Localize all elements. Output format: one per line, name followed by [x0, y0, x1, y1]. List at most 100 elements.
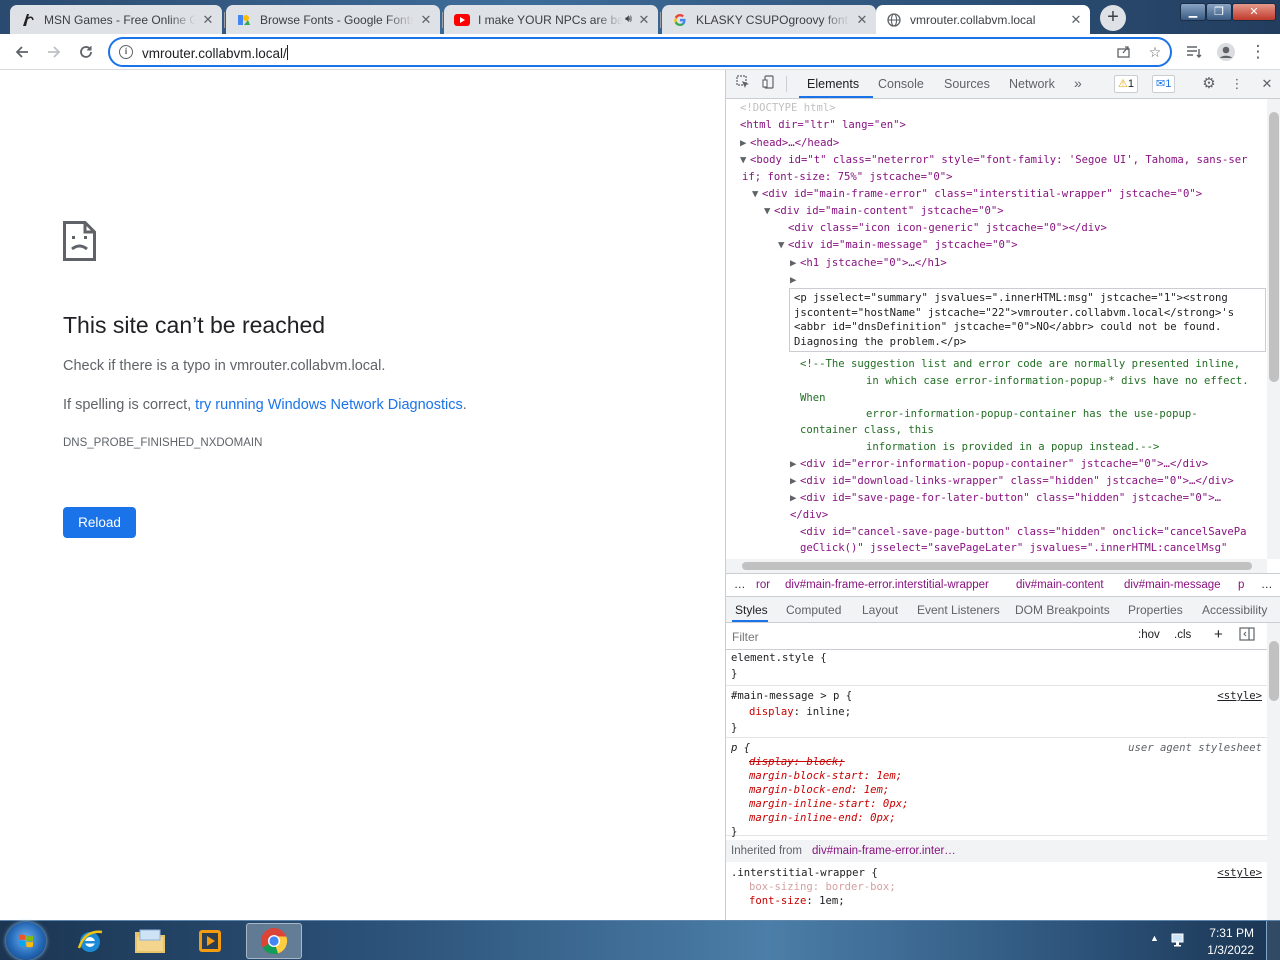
dom-line-expander[interactable]: ▶	[790, 272, 800, 289]
internet-explorer-icon[interactable]	[62, 923, 118, 959]
file-explorer-icon[interactable]	[122, 923, 178, 959]
reload-button[interactable]: Reload	[63, 507, 136, 538]
close-tab-icon[interactable]: ✕	[636, 12, 652, 28]
close-tab-icon[interactable]: ✕	[854, 12, 870, 28]
element-style-rule[interactable]: element.style { }	[726, 650, 1267, 686]
dom-line[interactable]: ▶ <div id="download-links-wrapper" class=…	[790, 473, 1234, 490]
profile-avatar-icon[interactable]	[1214, 40, 1238, 64]
dom-comment[interactable]: <!--The suggestion list and error code a…	[800, 356, 1240, 373]
minimize-button[interactable]: ▁	[1180, 3, 1206, 21]
dom-line[interactable]: <div class="icon icon-generic" jstcache=…	[788, 220, 1107, 237]
show-desktop-button[interactable]	[1266, 921, 1280, 960]
breadcrumb-item[interactable]: ror	[756, 579, 770, 591]
clock-date[interactable]: 1/3/2022	[1207, 943, 1254, 957]
new-rule-plus-icon[interactable]: +	[1214, 626, 1223, 643]
inherited-node-link[interactable]: div#main-frame-error.inter…	[812, 844, 956, 858]
network-diagnostics-link[interactable]: try running Windows Network Diagnostics	[195, 397, 463, 413]
tab-console[interactable]: Console	[878, 77, 924, 91]
settings-gear-icon[interactable]: ⚙	[1200, 75, 1218, 93]
dom-line[interactable]: ▼ <div id="main-message" jstcache="0">	[778, 237, 1018, 254]
start-button[interactable]	[6, 922, 46, 960]
cls-toggle[interactable]: .cls	[1174, 629, 1191, 641]
breadcrumb-item[interactable]: div#main-message	[1124, 579, 1221, 591]
dom-comment[interactable]: When	[800, 390, 826, 407]
inspect-element-icon[interactable]	[734, 75, 752, 93]
tab-dom-breakpoints[interactable]: DOM Breakpoints	[1015, 603, 1110, 617]
dom-comment[interactable]: information is provided in a popup inste…	[866, 439, 1159, 456]
style-rule[interactable]: #main-message > p { <style> display: inl…	[726, 686, 1267, 738]
computed-sidebar-toggle-icon[interactable]	[1239, 627, 1255, 644]
tab-elements[interactable]: Elements	[807, 77, 859, 91]
devtools-menu-icon[interactable]: ⋮	[1228, 75, 1246, 93]
more-tabs-chevron-icon[interactable]: »	[1074, 75, 1082, 91]
tab-vmrouter[interactable]: vmrouter.collabvm.local ✕	[876, 5, 1090, 34]
site-info-icon[interactable]: i	[119, 45, 133, 59]
selected-dom-node[interactable]: <p jsselect="summary" jsvalues=".innerHT…	[790, 289, 1265, 351]
breadcrumb-item[interactable]: …	[734, 579, 746, 591]
styles-pane[interactable]: element.style { } #main-message > p { <s…	[726, 650, 1267, 920]
dom-line[interactable]: ▶ <head>…</head>	[740, 135, 839, 152]
bookmark-star-icon[interactable]: ☆	[1146, 44, 1164, 62]
tab-styles[interactable]: Styles	[735, 603, 768, 617]
device-toolbar-icon[interactable]	[760, 75, 778, 93]
tab-msn-games[interactable]: MSN Games - Free Online Games ✕	[10, 5, 222, 34]
reading-list-icon[interactable]	[1182, 40, 1206, 64]
warnings-badge[interactable]: ⚠1	[1114, 75, 1138, 93]
user-agent-style-rule[interactable]: p { user agent stylesheet display: block…	[726, 738, 1267, 838]
tab-event-listeners[interactable]: Event Listeners	[917, 603, 1000, 617]
dom-line[interactable]: <div id="cancel-save-page-button" class=…	[800, 524, 1246, 541]
tab-properties[interactable]: Properties	[1128, 603, 1183, 617]
url-text[interactable]: vmrouter.collabvm.local/	[142, 45, 288, 61]
close-tab-icon[interactable]: ✕	[200, 12, 216, 28]
styles-scrollbar[interactable]	[1267, 623, 1280, 920]
back-arrow-icon[interactable]	[10, 40, 34, 64]
share-icon[interactable]	[1114, 44, 1132, 62]
window-close-button[interactable]: ✕	[1232, 3, 1276, 21]
new-tab-button[interactable]: +	[1100, 5, 1126, 31]
forward-arrow-icon[interactable]	[42, 40, 66, 64]
tab-layout[interactable]: Layout	[862, 603, 898, 617]
dom-comment[interactable]: error-information-popup-container has th…	[866, 406, 1198, 423]
breadcrumb-item[interactable]: p	[1238, 579, 1244, 591]
reload-icon[interactable]	[74, 40, 98, 64]
dom-scrollbar[interactable]	[1267, 99, 1280, 559]
messages-badge[interactable]: ✉1	[1152, 75, 1176, 93]
dom-line[interactable]: ▼ <body id="t" class="neterror" style="fo…	[740, 152, 1247, 169]
tab-network[interactable]: Network	[1009, 77, 1055, 91]
dom-line[interactable]: geClick()" jsselect="savePageLater" jsva…	[800, 540, 1227, 557]
hov-toggle[interactable]: :hov	[1138, 629, 1160, 641]
close-tab-icon[interactable]: ✕	[418, 12, 434, 28]
dom-horizontal-scrollbar[interactable]	[726, 559, 1267, 573]
network-icon[interactable]	[1170, 931, 1188, 952]
tab-sources[interactable]: Sources	[944, 77, 990, 91]
menu-kebab-icon[interactable]: ⋮	[1246, 40, 1270, 64]
show-hidden-icons-chevron-icon[interactable]: ▲	[1150, 933, 1159, 943]
dom-tree[interactable]: <!DOCTYPE html> <html dir="ltr" lang="en…	[726, 99, 1267, 559]
dom-line[interactable]: ▼ <div id="main-content" jstcache="0">	[764, 203, 1004, 220]
dom-comment[interactable]: container class, this	[800, 422, 934, 439]
close-tab-icon[interactable]: ✕	[1068, 12, 1084, 28]
media-player-icon[interactable]	[182, 923, 238, 959]
style-source-link[interactable]: <style>	[1217, 866, 1262, 880]
maximize-button[interactable]: ❐	[1206, 3, 1232, 21]
styles-filter-input[interactable]	[732, 628, 1112, 646]
tab-google-fonts[interactable]: Browse Fonts - Google Fonts ✕	[226, 5, 440, 34]
dom-line[interactable]: ▶ <h1 jstcache="0">…</h1>	[790, 255, 947, 272]
breadcrumb-item[interactable]: div#main-frame-error.interstitial-wrappe…	[785, 579, 989, 591]
breadcrumb-item[interactable]: div#main-content	[1016, 579, 1104, 591]
dom-line[interactable]: <!DOCTYPE html>	[740, 100, 836, 117]
style-rule[interactable]: .interstitial-wrapper { <style> box-sizi…	[726, 862, 1267, 920]
tab-google-search[interactable]: KLASKY CSUPOgroovy font - Google Search …	[662, 5, 876, 34]
breadcrumb-item[interactable]: …	[1261, 579, 1273, 591]
tab-youtube[interactable]: I make YOUR NPCs are back 🔊︎ ✕	[444, 5, 658, 34]
clock-time[interactable]: 7:31 PM	[1209, 926, 1254, 940]
dom-line[interactable]: <html dir="ltr" lang="en">	[740, 117, 906, 134]
address-bar[interactable]: i vmrouter.collabvm.local/ ☆	[108, 37, 1172, 67]
dom-line[interactable]: if; font-size: 75%" jstcache="0">	[742, 169, 952, 186]
dom-line[interactable]: ▶ <div id="error-information-popup-contai…	[790, 456, 1208, 473]
dom-line[interactable]: </div>	[790, 507, 828, 524]
tab-computed[interactable]: Computed	[786, 603, 841, 617]
tab-accessibility[interactable]: Accessibility	[1202, 603, 1267, 617]
dom-line[interactable]: ▶ <div id="save-page-for-later-button" cl…	[790, 490, 1221, 507]
style-source-link[interactable]: <style>	[1217, 689, 1262, 703]
